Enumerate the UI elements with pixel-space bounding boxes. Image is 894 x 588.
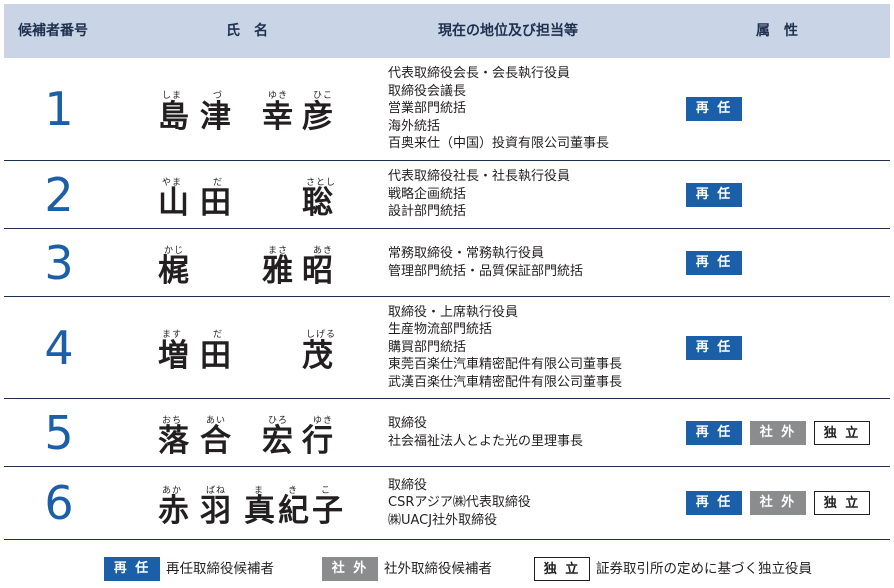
position-line: 取締役会議長 [388, 83, 467, 99]
table-row-1: 1 しま づ ゆき ひこ 島 津 幸 彦 代表取締役会長・会長執行役員 取締役会… [4, 58, 890, 161]
position-line: 管理部門統括・品質保証部門統括 [388, 263, 584, 279]
outside-director-badge: 社 外 [750, 420, 806, 445]
table-row-5: 5 おち あい ひろ ゆき 落 合 宏 行 取締役 社会福祉法人とよた光の里理事… [4, 399, 890, 467]
name-char: 紀 [278, 493, 309, 529]
name-char: 津 [200, 99, 231, 135]
name-char: 山 [158, 185, 189, 221]
name-char: 田 [200, 185, 231, 221]
name-char: 田 [200, 338, 231, 374]
name-char: 彦 [302, 99, 333, 135]
name-char: 茂 [302, 338, 333, 374]
legend-reappointment-badge: 再 任 [104, 557, 160, 581]
position-line: 東莞百楽仕汽車精密配件有限公司董事長 [388, 357, 623, 373]
name-char: 羽 [200, 493, 231, 529]
legend-outside-badge: 社 外 [322, 557, 378, 581]
candidate-number: 2 [44, 167, 74, 222]
candidate-number: 3 [44, 235, 74, 290]
reappointment-badge: 再 任 [686, 335, 742, 360]
position-list: 代表取締役社長・社長執行役員 戦略企画統括 設計部門統括 [388, 161, 688, 228]
candidate-number: 5 [44, 405, 74, 460]
name-char: 増 [158, 338, 189, 374]
name-char: 聡 [302, 185, 333, 221]
position-line: 代表取締役会長・会長執行役員 [388, 66, 571, 82]
attribute-badges: 再 任 社 外 独 立 [686, 467, 878, 539]
position-line: 常務取締役・常務執行役員 [388, 246, 545, 261]
header-number: 候補者番号 [18, 23, 88, 39]
candidate-number: 4 [44, 320, 74, 375]
name-char: 落 [158, 423, 189, 459]
attribute-badges: 再 任 [686, 229, 750, 296]
name-char: 宏 [262, 423, 293, 459]
reappointment-badge: 再 任 [686, 97, 742, 121]
header-position: 現在の地位及び担当等 [438, 23, 578, 39]
position-line: 戦略企画統括 [388, 186, 467, 202]
position-line: 営業部門統括 [388, 101, 467, 117]
position-line: 生産物流部門統括 [388, 322, 493, 338]
reappointment-badge: 再 任 [686, 182, 742, 207]
attribute-badges: 再 任 [686, 58, 750, 160]
name-char: 幸 [262, 99, 293, 135]
attribute-badges: 再 任 [686, 161, 750, 228]
position-list: 取締役 社会福祉法人とよた光の里理事長 [388, 399, 688, 466]
attribute-badges: 再 任 [686, 297, 750, 398]
position-line: 取締役 [388, 477, 428, 493]
name-char: 梶 [158, 253, 189, 289]
position-list: 代表取締役会長・会長執行役員 取締役会議長 営業部門統括 海外統括 百奥来仕（中… [388, 58, 688, 160]
table-row-6: 6 あか ばね ま き こ 赤 羽 真 紀 子 取締役 CSRアジア㈱代表取締役… [4, 467, 890, 540]
candidate-name: ます だ しげる 増 田 茂 [158, 297, 358, 398]
legend-outside-text: 社外取締役候補者 [384, 561, 492, 577]
table-row-4: 4 ます だ しげる 増 田 茂 取締役・上席執行役員 生産物流部門統括 購買部… [4, 297, 890, 399]
candidate-name: あか ばね ま き こ 赤 羽 真 紀 子 [158, 467, 358, 539]
reappointment-badge: 再 任 [686, 491, 742, 515]
position-line: 武漢百楽仕汽車精密配件有限公司董事長 [388, 374, 623, 390]
attribute-badges: 再 任 社 外 独 立 [686, 399, 878, 466]
position-line: CSRアジア㈱代表取締役 [388, 495, 531, 511]
position-line: 取締役 [388, 416, 428, 431]
legend-reappointment-text: 再任取締役候補者 [166, 561, 274, 577]
independent-badge: 独 立 [814, 420, 870, 445]
position-line: 社会福祉法人とよた光の里理事長 [388, 433, 584, 449]
position-line: 百奥来仕（中国）投資有限公司董事長 [388, 136, 610, 152]
name-char: 昭 [302, 253, 333, 289]
position-line: 海外統括 [388, 118, 441, 134]
candidate-name: かじ まさ あき 梶 雅 昭 [158, 229, 358, 296]
table-row-3: 3 かじ まさ あき 梶 雅 昭 常務取締役・常務執行役員 管理部門統括・品質保… [4, 229, 890, 297]
name-char: 真 [244, 493, 275, 529]
position-line: 代表取締役社長・社長執行役員 [388, 169, 571, 185]
name-char: 子 [312, 493, 343, 529]
table-header: 候補者番号 氏 名 現在の地位及び担当等 属 性 [4, 4, 890, 58]
legend-independent-text: 証券取引所の定めに基づく独立役員 [596, 561, 812, 577]
reappointment-badge: 再 任 [686, 420, 742, 445]
header-name: 氏 名 [226, 23, 268, 39]
legend: 再 任 再任取締役候補者 社 外 社外取締役候補者 独 立 証券取引所の定めに基… [0, 555, 894, 585]
position-line: 取締役・上席執行役員 [388, 304, 519, 320]
candidate-name: やま だ さとし 山 田 聡 [158, 161, 358, 228]
position-list: 取締役・上席執行役員 生産物流部門統括 購買部門統括 東莞百楽仕汽車精密配件有限… [388, 297, 688, 398]
name-char: 雅 [262, 253, 293, 289]
name-char: 行 [302, 423, 333, 459]
position-list: 取締役 CSRアジア㈱代表取締役 ㈱UACJ社外取締役 [388, 467, 688, 539]
table-row-2: 2 やま だ さとし 山 田 聡 代表取締役社長・社長執行役員 戦略企画統括 設… [4, 161, 890, 229]
candidate-number: 6 [44, 476, 74, 530]
position-list: 常務取締役・常務執行役員 管理部門統括・品質保証部門統括 [388, 229, 688, 296]
outside-director-badge: 社 外 [750, 491, 806, 515]
legend-independent-badge: 独 立 [534, 557, 590, 581]
name-char: 赤 [158, 493, 189, 529]
candidate-name: しま づ ゆき ひこ 島 津 幸 彦 [158, 58, 358, 160]
name-char: 合 [200, 423, 231, 459]
position-line: 購買部門統括 [388, 339, 467, 355]
candidate-name: おち あい ひろ ゆき 落 合 宏 行 [158, 399, 358, 466]
position-line: 設計部門統括 [388, 204, 467, 220]
name-char: 島 [158, 99, 189, 135]
independent-badge: 独 立 [814, 491, 870, 515]
candidate-number: 1 [44, 82, 74, 136]
position-line: ㈱UACJ社外取締役 [388, 512, 498, 528]
header-attributes: 属 性 [756, 23, 798, 39]
reappointment-badge: 再 任 [686, 250, 742, 275]
